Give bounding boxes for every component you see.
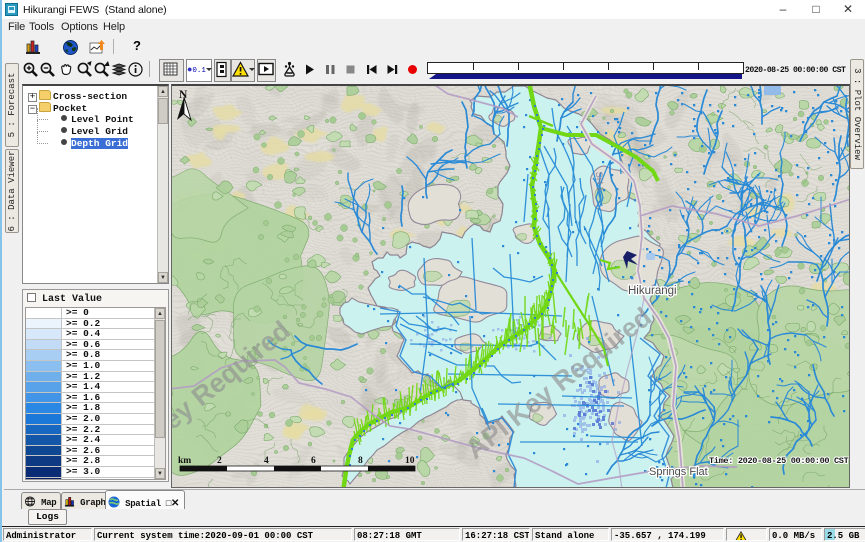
svg-text:Springs Flat: Springs Flat: [649, 466, 708, 478]
svg-text:SH 1: SH 1: [594, 171, 606, 192]
svg-text:Hikurangi: Hikurangi: [628, 285, 677, 297]
svg-text:6: 6: [311, 456, 316, 466]
svg-text:10: 10: [405, 456, 415, 466]
svg-text:km: km: [178, 456, 191, 466]
svg-text:2: 2: [217, 456, 222, 466]
svg-text:8: 8: [358, 456, 363, 466]
svg-text:Time: 2020-08-25 00:00:00 CST: Time: 2020-08-25 00:00:00 CST: [709, 456, 849, 466]
svg-text:4: 4: [264, 456, 269, 466]
